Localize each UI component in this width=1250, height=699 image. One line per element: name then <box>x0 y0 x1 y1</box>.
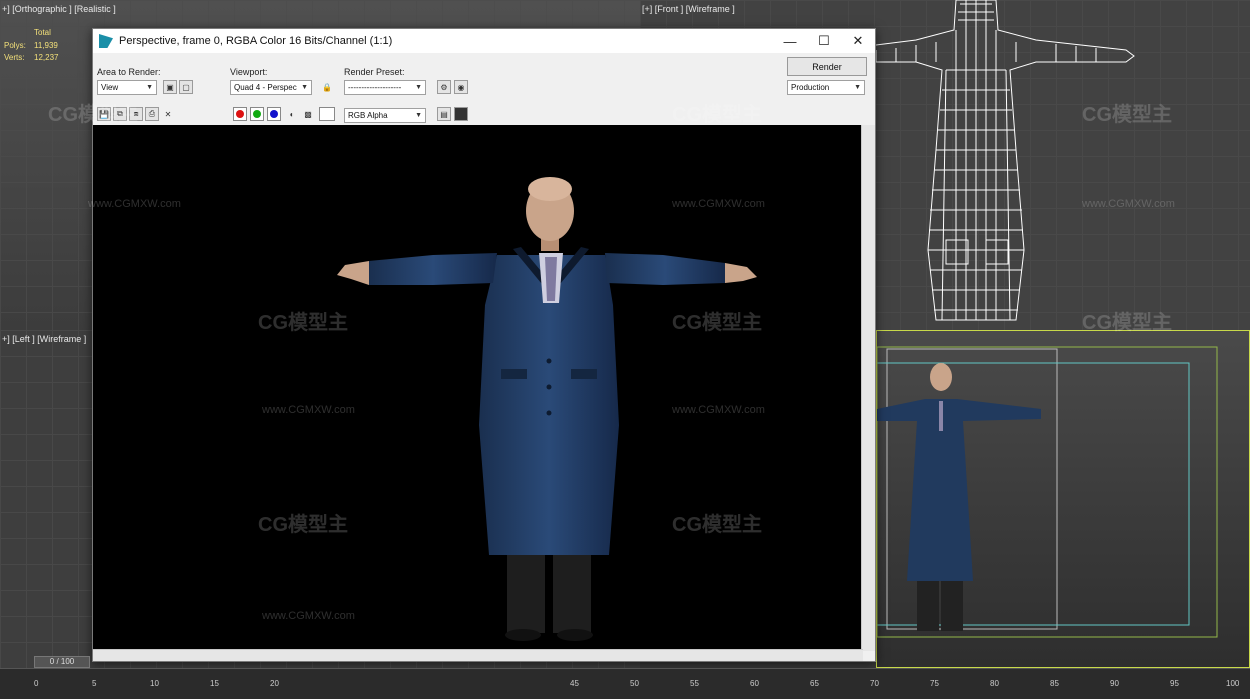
alpha-channel-icon[interactable]: ◐ <box>285 107 299 121</box>
stats-polys-label: Polys: <box>4 41 26 50</box>
perspective-character <box>877 346 1218 638</box>
timeline-tick: 65 <box>810 679 819 688</box>
print-icon[interactable]: ⎙ <box>145 107 159 121</box>
chevron-down-icon: ▼ <box>415 112 422 119</box>
time-slider[interactable]: 0 / 100 <box>34 656 90 668</box>
blue-channel-icon[interactable] <box>267 107 281 121</box>
render-frame-window[interactable]: Perspective, frame 0, RGBA Color 16 Bits… <box>92 28 876 662</box>
wireframe-character <box>876 0 1135 321</box>
timeline-tick: 55 <box>690 679 699 688</box>
environment-icon[interactable]: ◉ <box>454 80 468 94</box>
timeline-tick: 15 <box>210 679 219 688</box>
area-to-render-label: Area to Render: <box>97 67 161 77</box>
stats-verts-value: 12,237 <box>34 53 59 62</box>
timeline-tick: 70 <box>870 679 879 688</box>
timeline-tick: 75 <box>930 679 939 688</box>
save-image-icon[interactable]: 💾 <box>97 107 111 121</box>
display-mode-icon[interactable] <box>454 107 468 121</box>
mono-icon[interactable]: ▩ <box>301 107 315 121</box>
edit-region-icon[interactable]: ▣ <box>163 80 177 94</box>
lock-icon[interactable]: 🔒 <box>320 80 334 94</box>
stats-polys-value: 11,939 <box>34 41 58 50</box>
channel-select-value: RGB Alpha <box>348 111 388 120</box>
chevron-down-icon: ▼ <box>854 84 861 91</box>
timeline-tick: 45 <box>570 679 579 688</box>
timeline-tick: 10 <box>150 679 159 688</box>
render-button[interactable]: Render <box>787 57 867 76</box>
production-value: Production <box>791 83 830 92</box>
rendered-character <box>337 177 757 641</box>
horizontal-scrollbar[interactable] <box>93 649 863 661</box>
viewport-label-left[interactable]: +] [Left ] [Wireframe ] <box>2 334 86 344</box>
timeline-tick: 80 <box>990 679 999 688</box>
viewport-label-front[interactable]: [+] [Front ] [Wireframe ] <box>642 4 735 14</box>
timeline-tick: 100 <box>1226 679 1240 688</box>
timeline-tick: 95 <box>1170 679 1179 688</box>
channel-select[interactable]: RGB Alpha ▼ <box>344 108 426 123</box>
viewport-select[interactable]: Quad 4 - Perspec ▼ <box>230 80 312 95</box>
timeline-tick: 85 <box>1050 679 1059 688</box>
render-window-title: Perspective, frame 0, RGBA Color 16 Bits… <box>119 35 393 47</box>
chevron-down-icon: ▼ <box>415 84 422 91</box>
auto-region-icon[interactable]: ▢ <box>179 80 193 94</box>
timeline-tick: 60 <box>750 679 759 688</box>
minimize-button[interactable]: — <box>773 29 807 53</box>
clear-icon[interactable]: ✕ <box>161 107 175 121</box>
render-setup-icon[interactable]: ⚙ <box>437 80 451 94</box>
area-to-render-select[interactable]: View ▼ <box>97 80 157 95</box>
viewport-label-orthographic[interactable]: +] [Orthographic ] [Realistic ] <box>2 4 116 14</box>
viewport-select-value: Quad 4 - Perspec <box>234 83 297 92</box>
close-button[interactable]: ✕ <box>841 29 875 53</box>
copy-image-icon[interactable]: ⧉ <box>113 107 127 121</box>
clone-frame-icon[interactable]: ⧈ <box>129 107 143 121</box>
render-canvas <box>93 125 863 651</box>
render-preset-select[interactable]: -------------------- ▼ <box>344 80 426 95</box>
stats-total: Total <box>34 28 51 37</box>
vertical-scrollbar[interactable] <box>861 125 875 651</box>
timeline-track[interactable] <box>0 668 1250 699</box>
green-channel-icon[interactable] <box>250 107 264 121</box>
app-logo-icon <box>99 34 113 48</box>
timeline-tick: 20 <box>270 679 279 688</box>
timeline-tick: 50 <box>630 679 639 688</box>
area-to-render-value: View <box>101 83 119 92</box>
timeline-tick: 5 <box>92 679 97 688</box>
render-toolbar: Area to Render: View ▼ ▣ ▢ Viewport: Quad… <box>93 53 875 125</box>
color-swatch[interactable] <box>319 107 335 121</box>
timeline-tick: 0 <box>34 679 39 688</box>
render-preset-label: Render Preset: <box>344 67 405 77</box>
production-select[interactable]: Production ▼ <box>787 80 865 95</box>
render-preset-value: -------------------- <box>348 83 402 92</box>
viewport-perspective[interactable] <box>876 330 1250 668</box>
maximize-button[interactable]: ☐ <box>807 29 841 53</box>
render-window-titlebar[interactable]: Perspective, frame 0, RGBA Color 16 Bits… <box>93 29 875 53</box>
chevron-down-icon: ▼ <box>146 84 153 91</box>
viewport-label: Viewport: <box>230 67 268 77</box>
timeline-tick: 90 <box>1110 679 1119 688</box>
red-channel-icon[interactable] <box>233 107 247 121</box>
chevron-down-icon: ▼ <box>301 84 308 91</box>
stats-verts-label: Verts: <box>4 53 25 62</box>
toggle-ui-icon[interactable]: ▤ <box>437 107 451 121</box>
